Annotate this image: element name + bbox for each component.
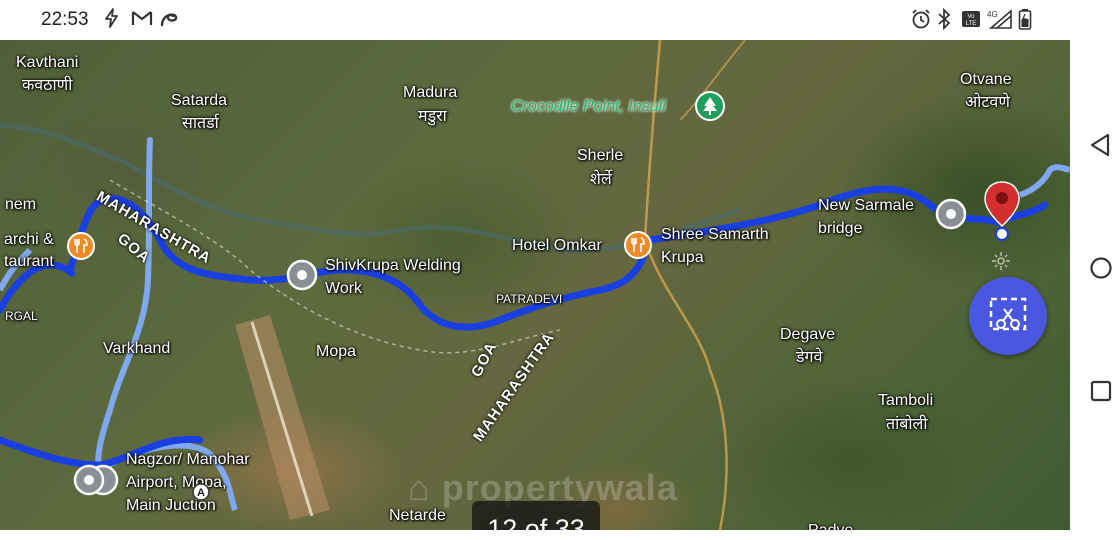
map-view[interactable]: Kavthani कवठाणी Satarda सातर्डा Madura म… (0, 40, 1070, 530)
place-nagzor-line2[interactable]: Airport, Mopa, (126, 473, 226, 492)
place-otvane: Otvane (960, 71, 1012, 88)
recents-icon[interactable] (1090, 380, 1112, 407)
watermark-logo-icon: ⌂ (408, 467, 431, 508)
status-bar: 22:53 Vo LTE 4G (0, 0, 1112, 40)
place-hotel-omkar[interactable]: Hotel Omkar (512, 236, 602, 255)
place-nagzor-line1[interactable]: Nagzor/ Manohar (126, 450, 250, 469)
place-mopa: Mopa (316, 343, 357, 360)
park-icon[interactable] (694, 90, 726, 127)
network-type-label: 4G (987, 10, 998, 19)
place-taurant[interactable]: taurant (4, 252, 54, 271)
place-degave-local: डेगवे (796, 349, 823, 366)
restaurant-icon-hotel-omkar[interactable] (623, 230, 653, 265)
back-icon[interactable] (1088, 132, 1112, 163)
place-new-sarmale[interactable]: New Sarmale (818, 196, 914, 215)
place-sherle: Sherle (577, 147, 624, 164)
swirl-icon (158, 8, 180, 34)
place-patradevi: PATRADEVI (496, 292, 563, 306)
place-work[interactable]: Work (325, 279, 362, 298)
svg-text:LTE: LTE (966, 21, 977, 27)
screenshot-edit-button[interactable] (969, 277, 1047, 355)
place-tamboli-local: तांबोली (886, 416, 928, 433)
place-satarda-local: सातर्डा (182, 115, 219, 132)
alarm-icon (910, 8, 932, 36)
place-shree-samarth[interactable]: Shree Samarth (661, 225, 769, 244)
place-kavthani: Kavthani (16, 54, 79, 71)
svg-text:Vo: Vo (967, 14, 975, 20)
gmail-icon (131, 8, 153, 34)
place-sherle-local: शेर्ले (590, 171, 612, 188)
waypoint-marker-icon[interactable] (286, 259, 318, 298)
status-time: 22:53 (41, 9, 89, 30)
scissors-crop-icon (989, 297, 1027, 331)
image-counter: 12 of 33 (472, 501, 600, 530)
place-nem: nem (5, 196, 37, 213)
place-degave: Degave (780, 326, 836, 343)
volte-icon: Vo LTE (961, 8, 981, 36)
android-nav-bar (1070, 40, 1112, 540)
waypoint-marker-icon[interactable] (72, 462, 122, 503)
place-rgal: RGAL (5, 309, 38, 323)
place-satarda: Satarda (171, 92, 228, 109)
place-crocodile-point[interactable]: Crocodile Point, Insuli (511, 97, 666, 116)
place-kavthani-local: कवठाणी (22, 77, 73, 94)
power-icon (102, 8, 122, 34)
place-varkhand: Varkhand (103, 340, 171, 357)
home-icon[interactable] (1089, 256, 1112, 285)
place-archi[interactable]: archi & (4, 230, 54, 249)
place-madura-local: मडुरा (418, 108, 447, 125)
waypoint-a-icon[interactable]: A (191, 482, 211, 507)
place-padve: Padve (808, 521, 853, 530)
place-madura: Madura (403, 84, 458, 101)
waypoint-marker-icon[interactable] (934, 197, 968, 236)
place-bridge[interactable]: bridge (818, 219, 862, 238)
bluetooth-icon (936, 7, 952, 36)
place-shivkrupa[interactable]: ShivKrupa Welding (325, 256, 461, 275)
place-krupa[interactable]: Krupa (661, 248, 704, 267)
destination-pin-icon[interactable] (982, 180, 1022, 251)
alternate-route-east (1018, 164, 1070, 198)
battery-icon (1018, 8, 1032, 36)
bottom-strip (0, 530, 1070, 540)
place-otvane-local: ओटवणे (965, 94, 1010, 111)
restaurant-icon[interactable] (66, 231, 96, 266)
place-tamboli: Tamboli (878, 392, 934, 409)
signal-4g-icon: 4G (985, 8, 1015, 36)
svg-text:A: A (197, 487, 205, 499)
location-accuracy-icon (990, 250, 1012, 277)
